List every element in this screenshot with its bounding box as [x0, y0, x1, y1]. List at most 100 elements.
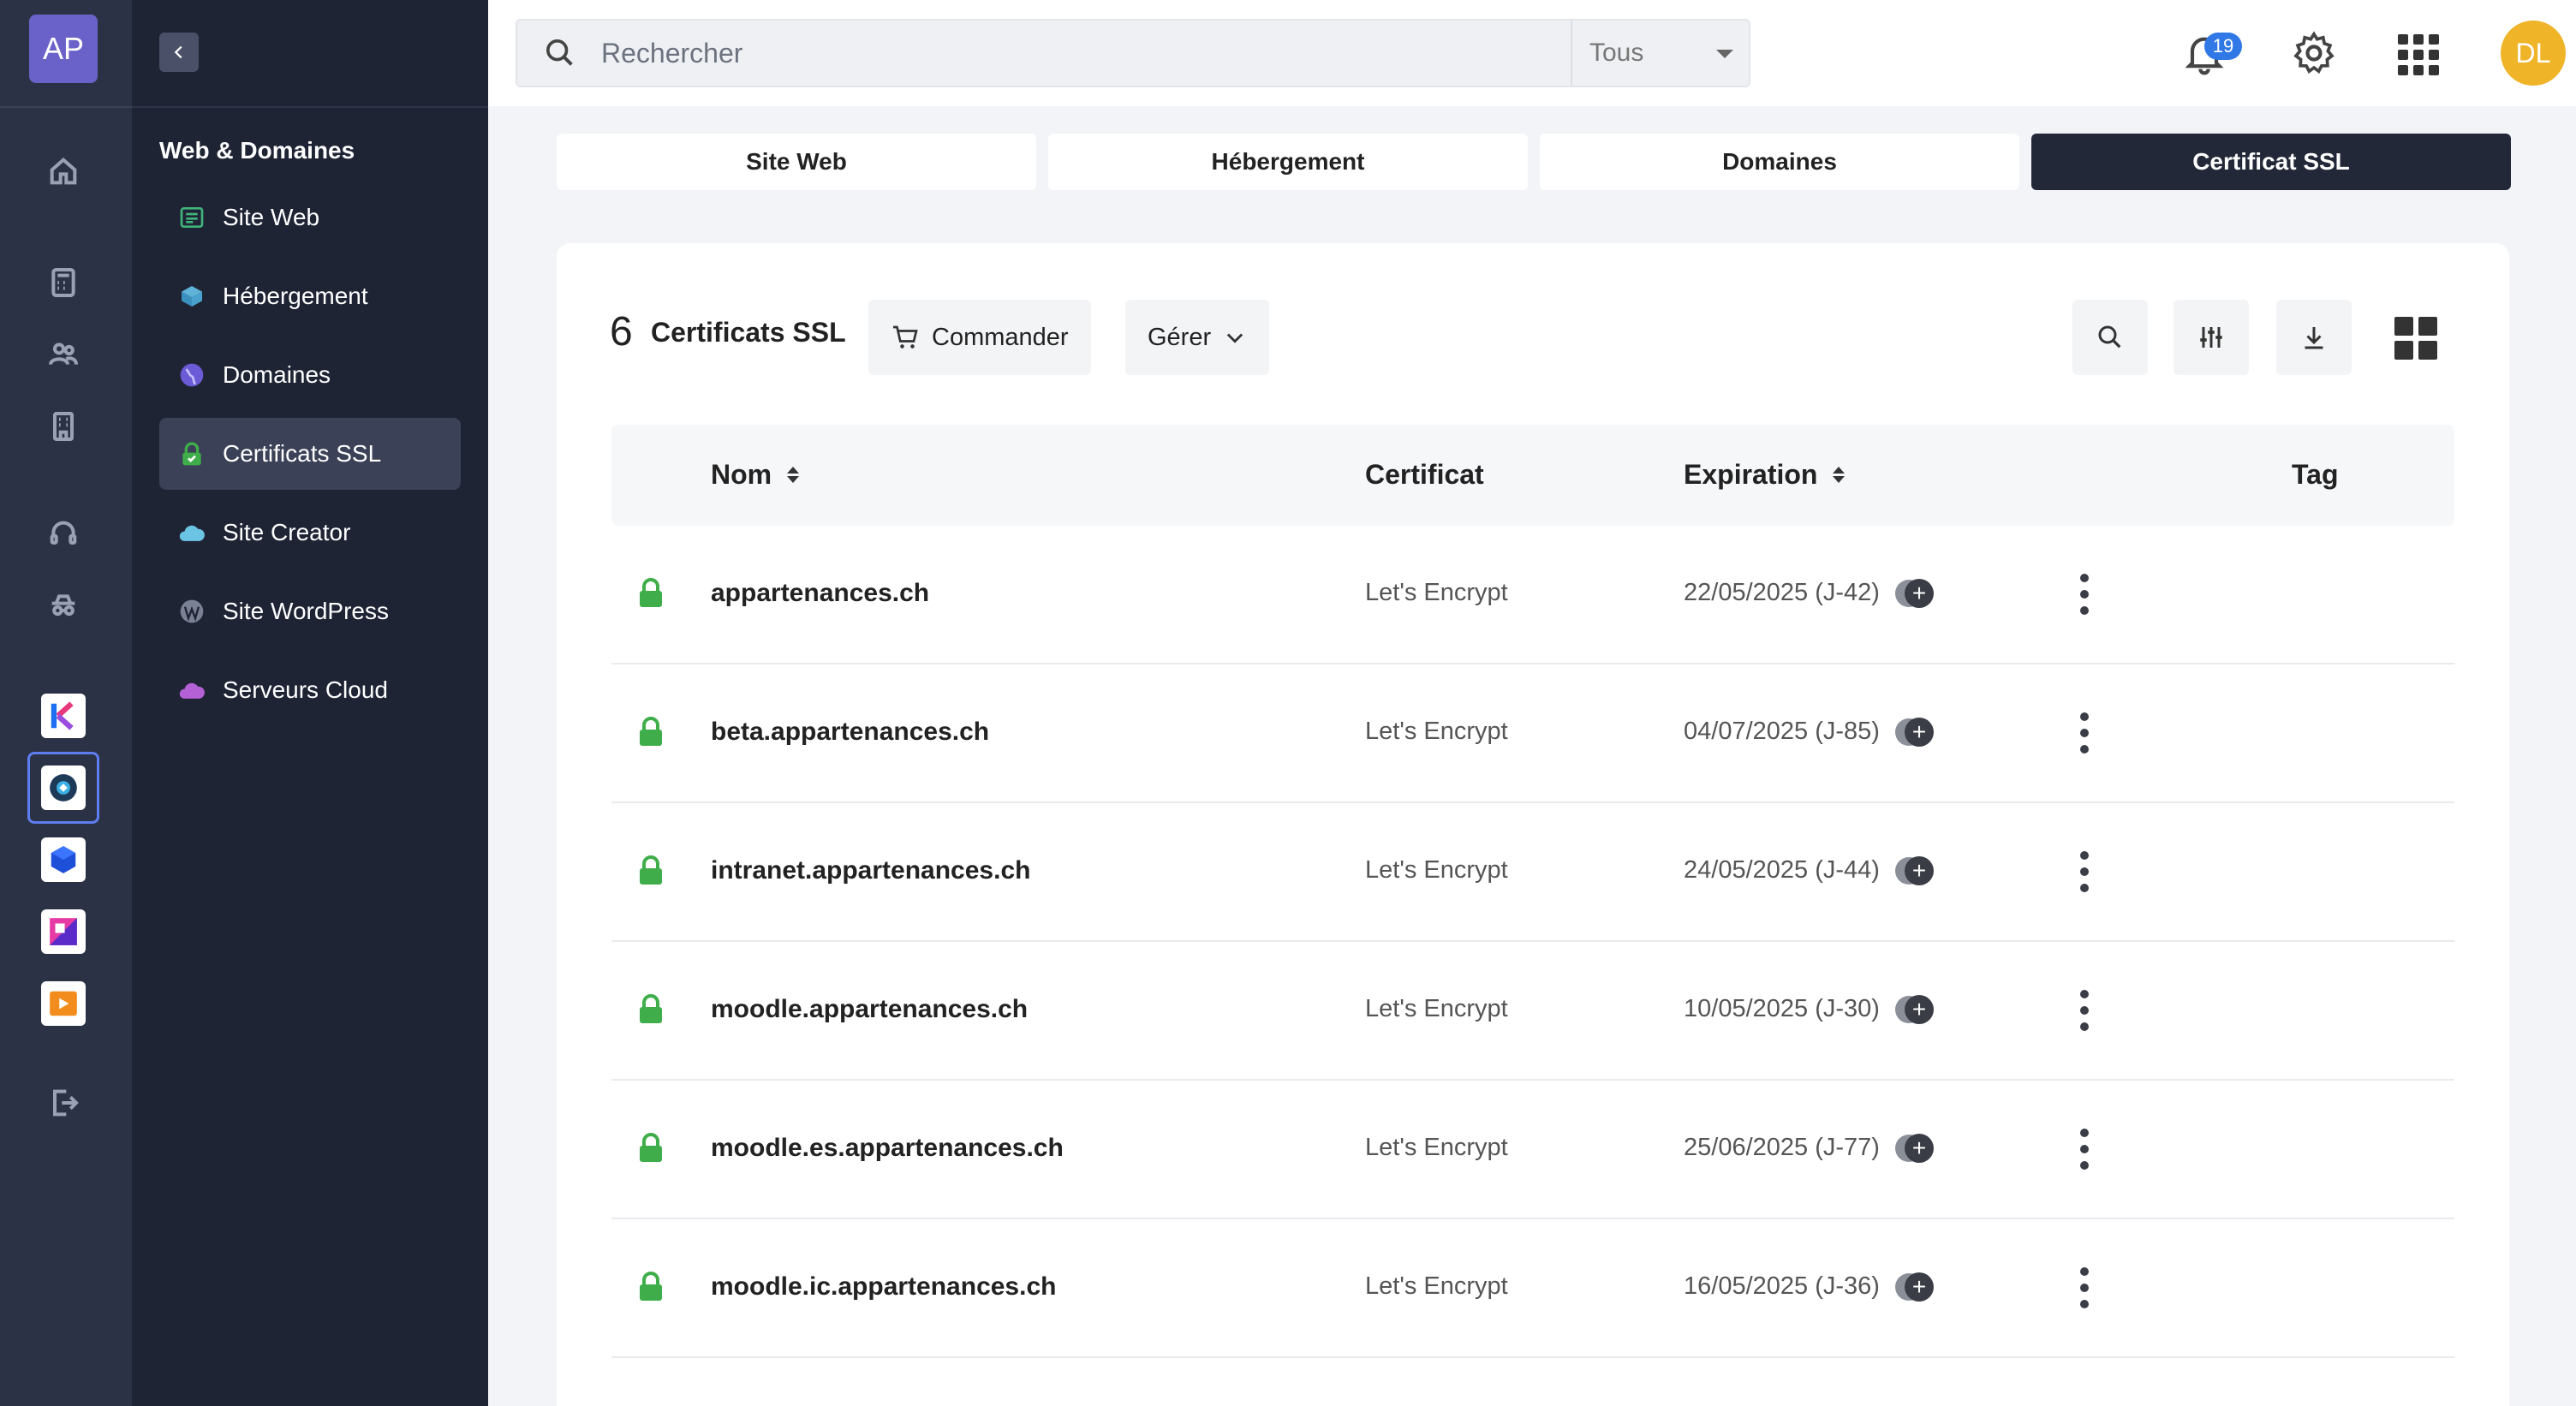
row-domain-name[interactable]: moodle.es.appartenances.ch	[711, 1134, 1064, 1163]
sidebar-item-site-wordpress[interactable]: Site WordPress	[159, 575, 461, 647]
row-expiration: 16/05/2025 (J-36)i	[1684, 1272, 1923, 1301]
row-domain-name[interactable]: moodle.ic.appartenances.ch	[711, 1272, 1056, 1302]
row-expiration-text: 16/05/2025 (J-36)	[1684, 1272, 1880, 1300]
search-input[interactable]	[601, 21, 1492, 86]
column-header-expiration[interactable]: Expiration	[1684, 459, 1846, 491]
row-domain-name[interactable]: beta.appartenances.ch	[711, 718, 989, 747]
building-icon[interactable]	[43, 406, 84, 447]
calculator-icon[interactable]	[43, 262, 84, 303]
caret-down-icon	[1716, 50, 1733, 58]
column-header-certificate: Certificat	[1365, 459, 1484, 490]
sidebar-item-label: Domaines	[223, 361, 331, 388]
notification-badge: 19	[2204, 33, 2242, 60]
lock-icon	[640, 578, 662, 607]
more-options-icon[interactable]	[2076, 990, 2093, 1031]
ssl-lock-icon	[176, 438, 207, 469]
row-expiration: 10/05/2025 (J-30)i	[1684, 995, 1923, 1023]
users-icon[interactable]	[43, 334, 84, 375]
add-tag-icon[interactable]: +	[1905, 718, 1934, 747]
sidebar-item-label: Certificats SSL	[223, 440, 382, 467]
tab-hebergement[interactable]: Hébergement	[1048, 134, 1528, 190]
table-header: Nom Certificat Expiration Tag	[611, 425, 2454, 526]
logout-icon[interactable]	[43, 1082, 84, 1123]
search-scope-select[interactable]: Tous	[1571, 21, 1750, 86]
grid-view-icon[interactable]	[2394, 317, 2437, 360]
headset-icon[interactable]	[43, 514, 84, 555]
collapse-sidebar-button[interactable]	[159, 33, 199, 72]
sidebar-item-domaines[interactable]: Domaines	[159, 339, 461, 411]
swiss-transfer-app-icon[interactable]	[41, 909, 86, 954]
column-header-name-label: Nom	[711, 459, 772, 490]
globe-icon	[176, 360, 207, 390]
more-options-icon[interactable]	[2076, 1129, 2093, 1170]
tab-certificat-ssl[interactable]: Certificat SSL	[2031, 134, 2511, 190]
row-expiration: 22/05/2025 (J-42)i	[1684, 579, 1923, 607]
lock-icon	[640, 1133, 662, 1162]
table-row[interactable]: moodle.appartenances.ch Let's Encrypt 10…	[611, 942, 2454, 1081]
kchat-app-icon[interactable]	[41, 694, 86, 738]
sidebar-item-label: Site WordPress	[223, 598, 389, 624]
home-icon[interactable]	[43, 151, 84, 192]
app-rail: AP	[0, 0, 132, 1406]
search-icon	[546, 39, 573, 66]
sidebar-item-hebergement[interactable]: Hébergement	[159, 260, 461, 332]
table-row[interactable]: appartenances.ch Let's Encrypt 22/05/202…	[611, 526, 2454, 664]
table-row[interactable]: intranet.appartenances.ch Let's Encrypt …	[611, 803, 2454, 942]
apps-grid-icon[interactable]	[2398, 34, 2439, 75]
sidebar-item-site-creator[interactable]: Site Creator	[159, 497, 461, 569]
row-expiration: 24/05/2025 (J-44)i	[1684, 856, 1923, 885]
row-expiration-text: 25/06/2025 (J-77)	[1684, 1134, 1880, 1161]
table-row[interactable]: beta.appartenances.ch Let's Encrypt 04/0…	[611, 664, 2454, 803]
kdrive-app-icon[interactable]	[41, 837, 86, 882]
lock-icon	[640, 855, 662, 885]
lock-icon	[640, 994, 662, 1023]
sidebar-item-label: Serveurs Cloud	[223, 676, 388, 703]
table-row[interactable]: moodle.ic.appartenances.ch Let's Encrypt…	[611, 1219, 2454, 1358]
row-domain-name[interactable]: appartenances.ch	[711, 579, 929, 608]
website-icon	[176, 202, 207, 233]
add-tag-icon[interactable]: +	[1905, 995, 1934, 1024]
more-options-icon[interactable]	[2076, 712, 2093, 754]
sidebar-item-serveurs-cloud[interactable]: Serveurs Cloud	[159, 654, 461, 726]
sliders-icon	[2200, 327, 2222, 348]
gear-icon[interactable]	[2290, 29, 2338, 77]
sidebar-item-label: Site Creator	[223, 519, 351, 545]
row-expiration-text: 24/05/2025 (J-44)	[1684, 856, 1880, 884]
spy-icon[interactable]	[43, 586, 84, 627]
user-avatar[interactable]: DL	[2501, 21, 2566, 86]
chevron-down-icon	[1226, 333, 1243, 343]
order-button[interactable]: Commander	[868, 300, 1091, 375]
search-icon	[2098, 325, 2121, 349]
download-button[interactable]	[2276, 300, 2352, 375]
column-header-name[interactable]: Nom	[711, 459, 800, 491]
add-tag-icon[interactable]: +	[1905, 579, 1934, 608]
search-bar: Tous	[516, 19, 1750, 87]
more-options-icon[interactable]	[2076, 1267, 2093, 1308]
row-domain-name[interactable]: intranet.appartenances.ch	[711, 856, 1030, 885]
table-row[interactable]: moodle.es.appartenances.ch Let's Encrypt…	[611, 1081, 2454, 1219]
hosting-icon	[176, 281, 207, 312]
sidebar-item-site-web[interactable]: Site Web	[159, 182, 461, 253]
tab-site-web[interactable]: Site Web	[557, 134, 1036, 190]
manager-app-icon[interactable]	[41, 766, 86, 810]
sidebar-item-certificats-ssl[interactable]: Certificats SSL	[159, 418, 461, 490]
add-tag-icon[interactable]: +	[1905, 1272, 1934, 1302]
filter-button[interactable]	[2174, 300, 2249, 375]
more-options-icon[interactable]	[2076, 574, 2093, 615]
more-options-icon[interactable]	[2076, 851, 2093, 892]
cloud-server-icon	[176, 675, 207, 706]
manage-dropdown[interactable]: Gérer	[1125, 300, 1270, 375]
certificate-count: 6	[610, 309, 633, 354]
column-header-tag: Tag	[2292, 459, 2339, 490]
kmeet-app-icon[interactable]	[41, 981, 86, 1026]
row-domain-name[interactable]: moodle.appartenances.ch	[711, 995, 1028, 1024]
add-tag-icon[interactable]: +	[1905, 856, 1934, 885]
table-search-button[interactable]	[2072, 300, 2148, 375]
cloud-icon	[176, 517, 207, 548]
sort-icon	[787, 467, 800, 483]
account-avatar[interactable]: AP	[29, 15, 98, 83]
row-certificate: Let's Encrypt	[1365, 579, 1508, 606]
tab-domaines[interactable]: Domaines	[1540, 134, 2019, 190]
add-tag-icon[interactable]: +	[1905, 1134, 1934, 1163]
lock-icon	[640, 1272, 662, 1301]
